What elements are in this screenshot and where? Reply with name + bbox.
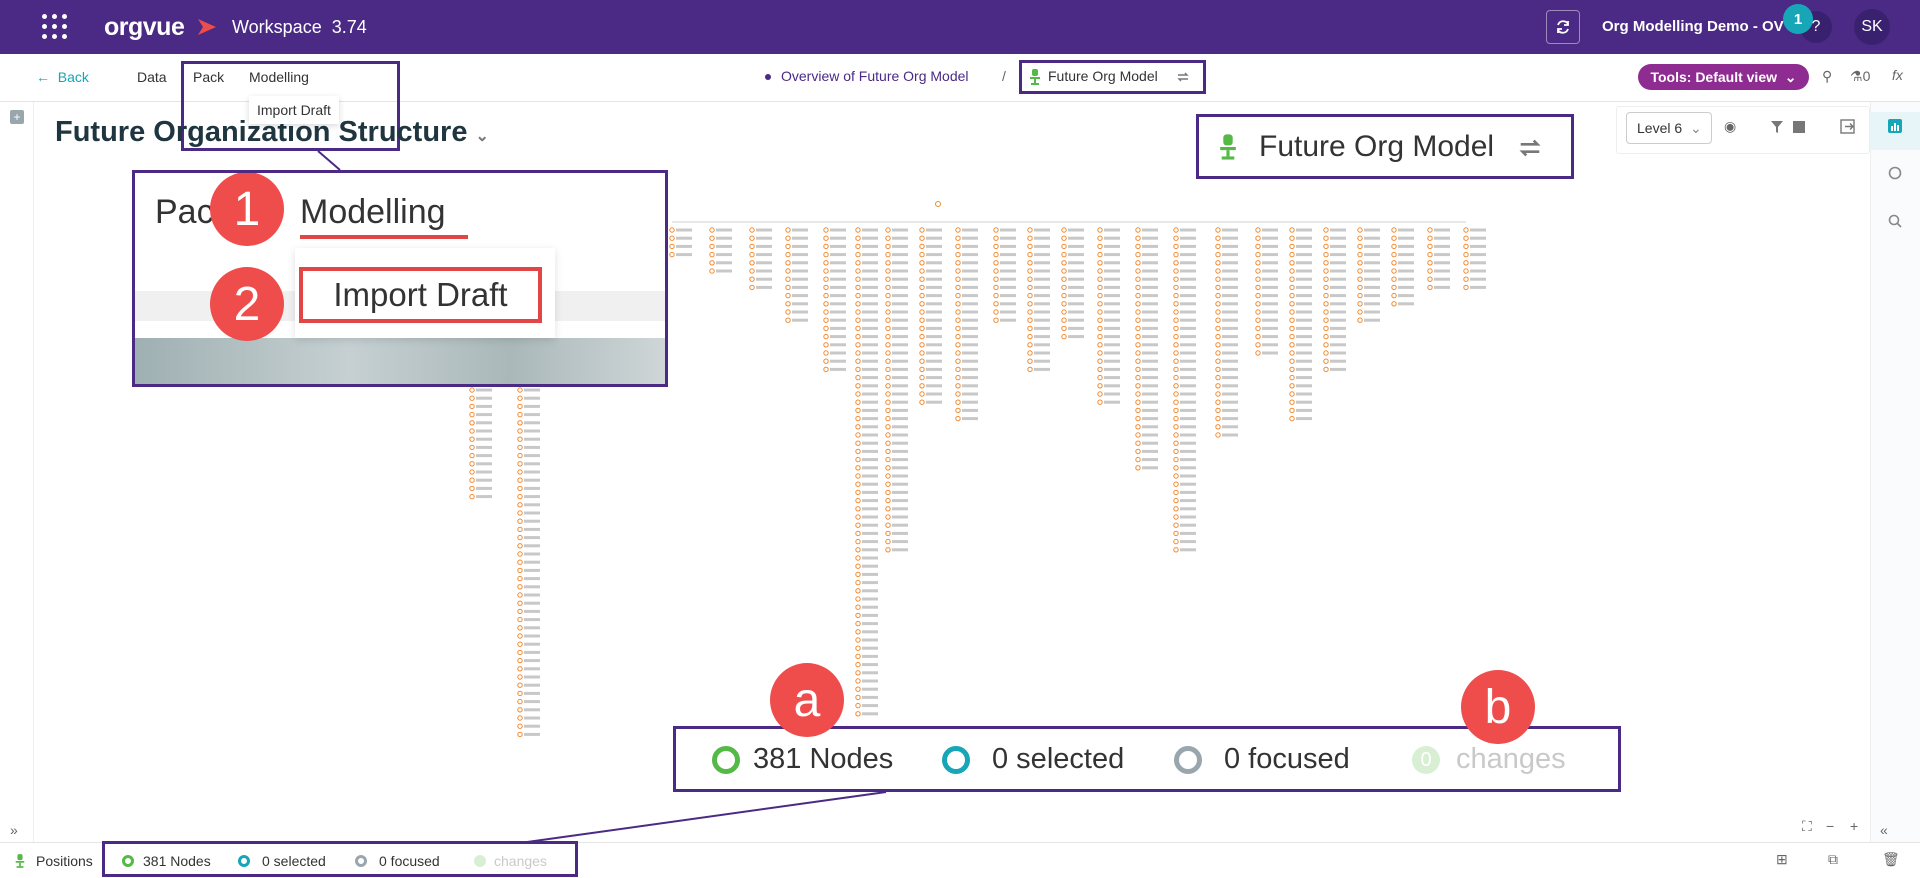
- zoom-selected-icon: [942, 746, 970, 774]
- step-2-bubble: 2: [210, 267, 284, 341]
- zoom-underline: [300, 235, 468, 239]
- zoom-import-draft: Import Draft: [299, 267, 542, 323]
- zoom-model-title: Future Org Model: [1259, 130, 1495, 163]
- zoom-nodes-count: 381 Nodes: [753, 743, 894, 775]
- zoom-chair-icon: [1220, 134, 1236, 160]
- step-1-bubble: 1: [210, 173, 284, 246]
- zoom-focused-count: 0 focused: [1224, 743, 1350, 775]
- copy-icon[interactable]: ⧉: [1828, 851, 1838, 868]
- zoom-focused-icon: [1174, 746, 1202, 774]
- positions-icon: [15, 854, 25, 868]
- add-box-icon[interactable]: ⊞: [1776, 851, 1788, 868]
- positions-label[interactable]: Positions: [36, 853, 93, 869]
- import-draft-menu-item[interactable]: Import Draft: [249, 96, 339, 124]
- delete-icon[interactable]: 🗑: [1882, 851, 1900, 868]
- zoom-switch-icon: [1519, 139, 1541, 157]
- zoom-nodes-icon: [712, 746, 740, 774]
- zoom-selected-count: 0 selected: [992, 743, 1125, 775]
- zoom-modelling-label: Modelling: [300, 193, 446, 231]
- zoom-blur: [135, 338, 665, 384]
- zoom-changes-label: changes: [1456, 743, 1566, 775]
- breadcrumb-zoom-callout: Future Org Model: [1196, 114, 1574, 179]
- badge-a: a: [770, 663, 844, 737]
- zoom-changes-icon: 0: [1412, 746, 1440, 774]
- badge-b: b: [1461, 670, 1535, 744]
- notification-badge[interactable]: 1: [1783, 4, 1813, 34]
- menu-zoom-callout: Pack Modelling Import Draft 1 2: [132, 170, 668, 387]
- status-highlight-box: [102, 841, 578, 877]
